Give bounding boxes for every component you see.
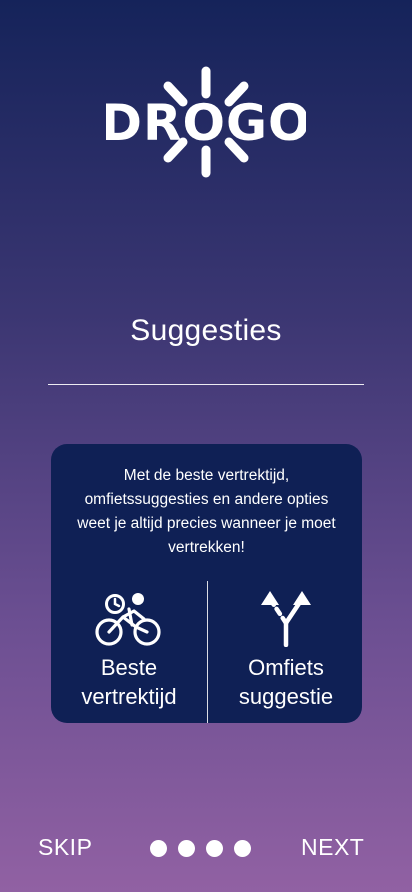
feature-label-line1: Beste (100, 655, 158, 680)
onboarding-nav: SKIP NEXT (0, 830, 412, 866)
card-description: Met de beste vertrektijd, omfietssuggest… (77, 467, 336, 556)
feature-label-line2: suggestie (238, 684, 334, 709)
sun-logo-icon: DROGO (106, 66, 306, 178)
next-button[interactable]: NEXT (301, 834, 364, 861)
page-dot[interactable] (206, 840, 223, 857)
info-card: Met de beste vertrektijd, omfietssuggest… (51, 444, 362, 723)
page-dot[interactable] (178, 840, 195, 857)
page-indicator (150, 840, 251, 857)
logo-wordmark: DROGO (106, 94, 306, 152)
feature-detour-suggestion: Omfiets suggestie (208, 589, 364, 711)
feature-label-line2: vertrektijd (81, 684, 177, 709)
skip-button[interactable]: SKIP (38, 834, 92, 861)
drogo-logo: DROGO (0, 62, 412, 182)
fork-arrows-icon (261, 591, 311, 647)
title-divider (48, 384, 364, 385)
feature-best-departure: Beste vertrektijd (51, 589, 207, 711)
page-dot[interactable] (150, 840, 167, 857)
feature-label-line1: Omfiets (248, 655, 324, 680)
page-dot[interactable] (234, 840, 251, 857)
cyclist-clock-icon (95, 593, 161, 646)
slide-title: Suggesties (130, 314, 282, 347)
